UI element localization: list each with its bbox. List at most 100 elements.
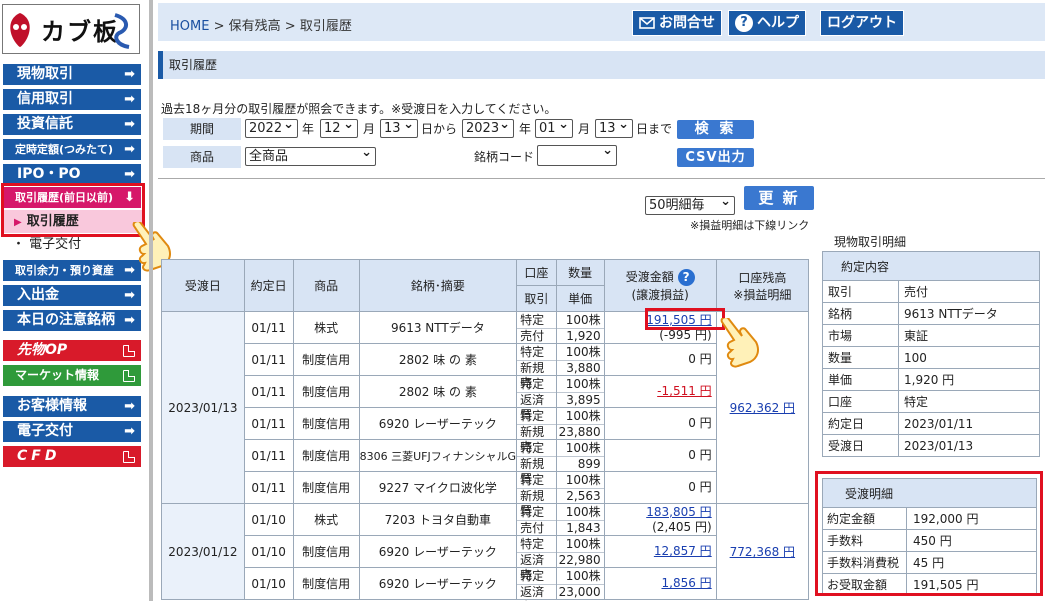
- to-day-select[interactable]: 13: [595, 116, 633, 138]
- breadcrumb-home[interactable]: HOME: [170, 19, 209, 34]
- col-trade-date: 約定日: [243, 259, 294, 312]
- balance-link[interactable]: 772,368 円: [730, 545, 795, 559]
- qty-value: 100株: [565, 440, 601, 455]
- csv-button[interactable]: CSV出力: [677, 148, 754, 167]
- from-month-select[interactable]: 12: [320, 116, 358, 138]
- qty-cell: 100株 1,920: [555, 311, 605, 344]
- nav-regular-plan[interactable]: 定時定額(つみたて) ➡: [3, 139, 141, 160]
- account-cell: 特定 新規売: [516, 343, 557, 390]
- trade-value: 売付: [517, 519, 556, 535]
- nav-balance[interactable]: 取引余力・預り資産 ➡: [3, 260, 141, 281]
- amount-value[interactable]: 12,857 円: [654, 544, 712, 558]
- to-year-select[interactable]: 2023: [462, 116, 514, 138]
- account-value: 特定: [520, 440, 545, 455]
- nav-futures[interactable]: 先物OP: [3, 340, 141, 361]
- nav-e-delivery-sub[interactable]: ・ 電子交付: [12, 236, 81, 254]
- settle-date-cell: 2023/01/12: [161, 503, 245, 600]
- account-cell: 特定 売付: [516, 311, 557, 344]
- pl-value: (2,405 円): [652, 519, 712, 534]
- price-value: 23,000: [556, 583, 604, 599]
- detail-value: 東証: [898, 324, 1040, 347]
- period-label: 期間: [163, 118, 241, 140]
- col-balance: 口座残高 ※損益明細: [715, 259, 810, 312]
- nav-market[interactable]: マーケット情報: [3, 365, 141, 386]
- qty-cell: 100株 23,880: [555, 407, 605, 440]
- detail-row: 約定日 2023/01/11: [822, 412, 1040, 435]
- nav-label: お客様情報: [17, 398, 87, 414]
- nav-fund[interactable]: 投資信託 ➡: [3, 114, 141, 135]
- nav-label: 電子交付: [29, 237, 82, 252]
- col-product: 商品: [292, 259, 360, 312]
- note-text: ※損益明細は下線リンク: [690, 219, 810, 232]
- search-button[interactable]: 検 索: [677, 120, 754, 139]
- detail-key: 約定日: [822, 412, 899, 435]
- nav-deposit[interactable]: 入出金 ➡: [3, 285, 141, 306]
- amount-cell: 12,857 円: [603, 535, 717, 568]
- help-button[interactable]: ? ヘルプ: [728, 10, 806, 36]
- external-link-icon: [123, 450, 135, 463]
- contact-button[interactable]: お問合せ: [632, 10, 722, 36]
- help-icon[interactable]: ?: [677, 269, 695, 286]
- breadcrumb-holdings[interactable]: 保有残高: [229, 19, 281, 34]
- account-value: 特定: [520, 472, 545, 487]
- trade-value: 返済買: [517, 391, 556, 422]
- logo[interactable]: カブ板: [2, 4, 140, 54]
- col-price: 単価: [555, 285, 605, 312]
- account-value: 特定: [520, 408, 545, 423]
- from-year-select[interactable]: 2022: [245, 116, 298, 138]
- amount-value[interactable]: -1,511 円: [657, 384, 712, 398]
- account-value: 特定: [520, 376, 545, 391]
- nav-ipo[interactable]: IPO・PO ➡: [3, 164, 141, 185]
- code-input[interactable]: [537, 142, 617, 166]
- detail-key: 単価: [822, 368, 899, 391]
- nav-margin-trade[interactable]: 信用取引 ➡: [3, 89, 141, 110]
- product-cell: 株式: [292, 311, 360, 344]
- table-row: 01/11 制度信用 6920 レーザーテック 特定 新規売 100株 23,880 0 円: [162, 407, 809, 454]
- name-cell: 2802 味 の 素: [358, 375, 518, 408]
- qty-cell: 100株 23,000: [555, 567, 605, 600]
- detail-row: 銘柄 9613 NTTデータ: [822, 302, 1040, 325]
- logout-button[interactable]: ログアウト: [820, 10, 904, 36]
- detail-value: 100: [898, 346, 1040, 369]
- product-cell: 制度信用: [292, 343, 360, 376]
- account-value: 特定: [520, 536, 545, 551]
- nav-cfd[interactable]: CFD: [3, 446, 141, 467]
- to-month-select[interactable]: 01: [535, 116, 573, 138]
- detail-value: 2023/01/13: [898, 434, 1040, 457]
- trade-date-cell: 01/11: [243, 407, 294, 440]
- balance-link[interactable]: 962,362 円: [730, 401, 795, 415]
- qty-value: 100株: [565, 472, 601, 487]
- nav-e-delivery[interactable]: 電子交付 ➡: [3, 421, 141, 442]
- account-cell: 特定 売付: [516, 503, 557, 536]
- trade-date-cell: 01/11: [243, 375, 294, 408]
- col-amount-label: 受渡金額: [625, 270, 674, 284]
- month-text: 月: [578, 122, 591, 136]
- qty-value: 100株: [565, 312, 601, 327]
- trade-value: 新規買: [517, 455, 556, 486]
- product-cell: 制度信用: [292, 471, 360, 504]
- nav-customer[interactable]: お客様情報 ➡: [3, 396, 141, 417]
- amount-value[interactable]: 1,856 円: [662, 576, 712, 590]
- refresh-button[interactable]: 更 新: [744, 186, 814, 210]
- breadcrumb: HOME > 保有残高 > 取引履歴: [170, 15, 352, 34]
- arrow-right-icon: ➡: [124, 67, 135, 82]
- mail-icon: [639, 17, 655, 29]
- nav-spot-trade[interactable]: 現物取引 ➡: [3, 64, 141, 85]
- table-row: 01/11 制度信用 9227 マイクロ波化学 特定 新規買 100株 2,563 0 円: [162, 471, 809, 518]
- per-page-select[interactable]: 50明細毎: [645, 193, 735, 215]
- table-row: 01/10制度信用6920 レーザーテック特定返済売100株23,0001,85…: [162, 567, 809, 601]
- nav-caution[interactable]: 本日の注意銘柄 ➡: [3, 310, 141, 331]
- qty-value: 100株: [565, 344, 601, 359]
- trade-date-cell: 01/10: [243, 535, 294, 568]
- col-qty: 数量: [555, 259, 605, 286]
- product-select[interactable]: 全商品: [245, 144, 376, 166]
- amount-value[interactable]: 183,805 円: [646, 505, 711, 519]
- from-day-select[interactable]: 13: [380, 116, 418, 138]
- table-row: 01/11 制度信用 2802 味 の 素特定 新規売 100株 3,880 0 円: [162, 343, 809, 390]
- nav-label: 入出金: [17, 287, 59, 303]
- code-label: 銘柄コード: [474, 150, 535, 164]
- qty-cell: 100株 899: [555, 439, 605, 472]
- arrow-right-icon: ➡: [124, 167, 135, 182]
- balance-cell: 772,368 円: [715, 503, 810, 600]
- name-cell: 2802 味 の 素: [358, 343, 518, 376]
